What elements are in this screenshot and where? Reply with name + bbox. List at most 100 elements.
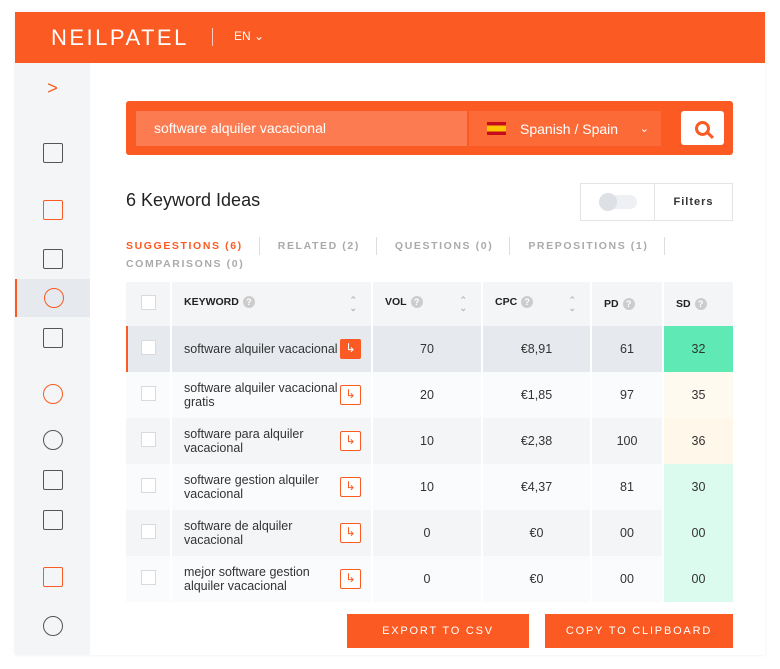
sidebar-item-reports[interactable] [15, 461, 90, 499]
copy-clipboard-button[interactable]: COPY TO CLIPBOARD [545, 614, 733, 648]
filters-button[interactable]: Filters [655, 184, 732, 220]
vol-cell: 70 [372, 326, 483, 372]
column-vol[interactable]: VOL? ⌃ ⌄ [372, 282, 483, 326]
app: NEILPATEL EN ⌄ > software alquiler vacac… [15, 12, 765, 655]
row-checkbox[interactable] [140, 524, 156, 539]
pd-cell: 61 [591, 326, 664, 372]
tabs: SUGGESTIONS (6) RELATED (2) QUESTIONS (0) P… [126, 237, 736, 273]
open-keyword-icon[interactable]: ↳ [340, 477, 361, 497]
expand-sidebar-icon[interactable]: > [15, 69, 90, 107]
keyword-cell: software para alquiler vacacional ↳ [171, 418, 373, 464]
cpc-cell: €1,85 [482, 372, 592, 418]
table-row[interactable]: software gestion alquiler vacacional ↳ 10… [126, 464, 733, 510]
eye-list-icon [42, 616, 63, 636]
sort-icon[interactable]: ⌃ ⌄ [459, 296, 467, 313]
language-location-label: Spanish / Spain [520, 120, 619, 137]
column-keyword[interactable]: KEYWORD? ⌃ ⌄ [171, 282, 373, 326]
row-checkbox[interactable] [140, 570, 156, 585]
divider [212, 28, 213, 46]
tab-related[interactable]: RELATED (2) [278, 237, 377, 255]
search-bar: software alquiler vacacional Spanish / S… [126, 101, 733, 155]
spain-flag-icon [487, 122, 506, 135]
row-select-cell [126, 418, 172, 464]
sidebar-item-content-ideas[interactable] [15, 319, 90, 357]
row-checkbox[interactable] [140, 432, 156, 447]
row-select-cell [126, 326, 172, 372]
table-row[interactable]: software para alquiler vacacional ↳ 10 €2… [126, 418, 733, 464]
language-selector[interactable]: EN ⌄ [234, 29, 264, 43]
help-icon[interactable]: ? [622, 298, 635, 311]
language-location-select[interactable]: Spanish / Spain ⌄ [469, 111, 661, 146]
toggle-switch[interactable] [598, 193, 637, 211]
table-row[interactable]: software alquiler vacacional ↳ 70 €8,91 6… [126, 326, 733, 372]
sd-cell: 30 [663, 464, 733, 510]
vol-cell: 10 [372, 418, 483, 464]
tab-comparisons[interactable]: COMPARISONS (0) [126, 255, 260, 273]
table-row[interactable]: software de alquiler vacacional ↳ 0 €0 00… [126, 510, 733, 556]
open-keyword-icon[interactable]: ↳ [340, 523, 361, 543]
open-keyword-icon[interactable]: ↳ [340, 339, 361, 359]
header-label: VOL [385, 296, 407, 308]
column-pd[interactable]: PD? [591, 282, 664, 326]
sidebar-item-keyword-ideas[interactable] [15, 279, 90, 317]
keyword-table: KEYWORD? ⌃ ⌄ VOL? ⌃ ⌄ CPC? ⌃ ⌄ PD? SD? softwar… [126, 282, 733, 602]
row-checkbox[interactable] [140, 386, 156, 401]
sidebar: > [15, 63, 90, 655]
logo[interactable]: NEILPATEL [51, 25, 189, 51]
search-button[interactable] [681, 111, 724, 145]
open-keyword-icon[interactable]: ↳ [340, 385, 361, 405]
header-label: PD [604, 297, 619, 310]
pd-cell: 00 [591, 510, 664, 556]
keyword-text: software para alquiler vacacional [184, 427, 304, 455]
column-sd[interactable]: SD? [663, 282, 733, 326]
open-keyword-icon[interactable]: ↳ [340, 569, 361, 589]
vol-cell: 0 [372, 556, 483, 602]
sidebar-item-dashboard[interactable] [15, 134, 90, 172]
column-cpc[interactable]: CPC? ⌃ ⌄ [482, 282, 592, 326]
monitor-chart-icon [42, 567, 63, 587]
sidebar-item-site-audit[interactable] [15, 191, 90, 229]
select-all-cell [126, 282, 172, 326]
keyword-text: mejor software gestion alquiler vacacion… [184, 565, 310, 593]
sidebar-item-settings[interactable] [15, 607, 90, 645]
site-audit-icon [42, 200, 63, 220]
vol-cell: 20 [372, 372, 483, 418]
filters-box: Filters [580, 183, 733, 221]
help-icon[interactable]: ? [410, 296, 423, 309]
filter-toggle[interactable] [581, 184, 655, 220]
keyword-text: software gestion alquiler vacacional [184, 473, 319, 501]
help-icon[interactable]: ? [242, 296, 255, 309]
cpc-cell: €0 [482, 510, 592, 556]
sort-icon[interactable]: ⌃ ⌄ [349, 296, 357, 313]
tab-suggestions[interactable]: SUGGESTIONS (6) [126, 237, 260, 255]
tab-prepositions[interactable]: PREPOSITIONS (1) [528, 237, 666, 255]
chevron-down-icon: ⌄ [254, 29, 265, 43]
pd-cell: 97 [591, 372, 664, 418]
sidebar-item-rank-tracking[interactable] [15, 421, 90, 459]
keyword-search-input[interactable]: software alquiler vacacional [136, 111, 467, 146]
tab-questions[interactable]: QUESTIONS (0) [395, 237, 511, 255]
vol-cell: 10 [372, 464, 483, 510]
keyword-cell: software gestion alquiler vacacional ↳ [171, 464, 373, 510]
sidebar-item-traffic-monitor[interactable] [15, 558, 90, 596]
row-select-cell [126, 510, 172, 556]
sd-cell: 00 [663, 510, 733, 556]
users-icon [42, 384, 63, 404]
sidebar-item-backlinks[interactable] [15, 375, 90, 413]
sidebar-item-traffic[interactable] [15, 240, 90, 278]
open-keyword-icon[interactable]: ↳ [340, 431, 361, 451]
export-csv-button[interactable]: EXPORT TO CSV [347, 614, 529, 648]
cpc-cell: €2,38 [482, 418, 592, 464]
help-icon[interactable]: ? [694, 298, 707, 311]
sort-icon[interactable]: ⌃ ⌄ [568, 296, 576, 313]
table-row[interactable]: mejor software gestion alquiler vacacion… [126, 556, 733, 602]
pd-cell: 00 [591, 556, 664, 602]
keyword-cell: software de alquiler vacacional ↳ [171, 510, 373, 556]
row-checkbox[interactable] [140, 340, 156, 355]
sidebar-item-keyword-list[interactable] [15, 501, 90, 539]
select-all-checkbox[interactable] [140, 295, 156, 310]
table-row[interactable]: software alquiler vacacional gratis ↳ 20 … [126, 372, 733, 418]
chevron-down-icon: ⌄ [639, 123, 649, 135]
help-icon[interactable]: ? [521, 296, 534, 309]
row-checkbox[interactable] [140, 478, 156, 493]
